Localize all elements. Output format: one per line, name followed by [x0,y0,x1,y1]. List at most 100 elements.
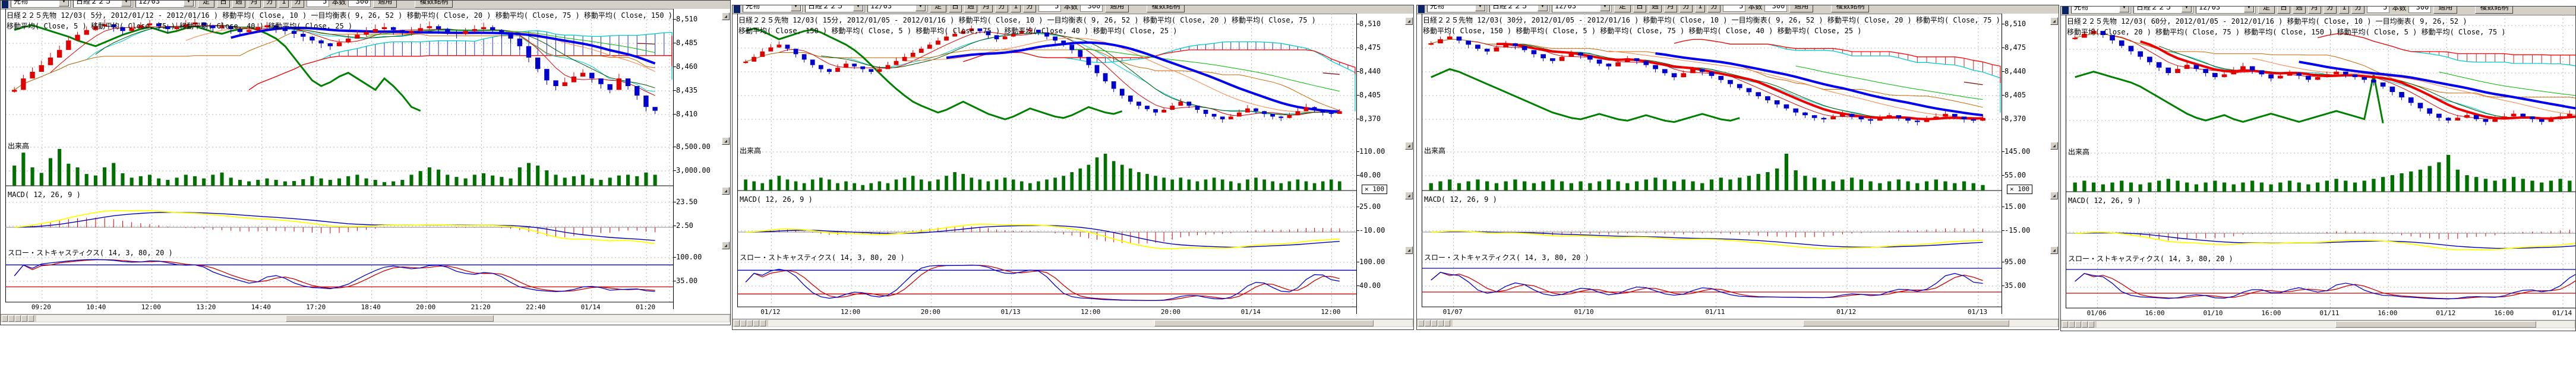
period-day-button[interactable]: 日 [217,1,230,8]
apply-button[interactable]: 適用 [1105,5,1129,12]
bar-type-button[interactable]: 足 [2258,7,2275,14]
scrollbar-track[interactable] [1453,320,2057,326]
period-day-button[interactable]: 日 [2277,7,2290,14]
mini-window-button[interactable] [8,315,14,322]
mini-window-button[interactable] [21,315,27,322]
bar-count-field[interactable]: 300 [1080,5,1103,12]
period-minute-button[interactable]: 分 [995,5,1008,12]
scrollbar-thumb[interactable] [1803,320,2009,326]
chevron-down-icon[interactable]: ▼ [59,1,69,7]
instrument-type-dropdown[interactable]: 先物▼ [2071,7,2131,14]
pane-scroll-arrow[interactable]: ◢ [722,137,730,145]
mini-window-button[interactable] [753,320,759,326]
pane-scroll-arrow[interactable]: ◢ [1405,192,1413,199]
horizontal-scrollbar[interactable] [733,319,1413,327]
chevron-down-icon[interactable]: ▼ [1538,5,1548,11]
chevron-down-icon[interactable]: ▼ [2244,7,2254,12]
scrollbar-thumb[interactable] [286,315,494,322]
mini-window-button[interactable] [2088,321,2094,328]
pane-scroll-arrow[interactable]: ◢ [722,187,730,195]
mini-window-button[interactable] [1425,320,1431,326]
scrollbar-thumb[interactable] [1154,320,1374,326]
bar-type-button[interactable]: 足 [1614,5,1631,12]
instrument-type-dropdown[interactable]: 先物▼ [1427,5,1487,12]
chart-plot-region[interactable] [2066,15,2576,309]
chevron-down-icon[interactable]: ▼ [2119,7,2129,12]
scrollbar-track[interactable] [768,320,1412,326]
symbol-dropdown[interactable]: 日経２２５▼ [1489,5,1549,12]
minute-count-field[interactable]: 5 [1038,5,1061,12]
pane-scroll-arrow[interactable]: ◢ [2050,246,2058,254]
period-week-button[interactable]: 週 [232,1,245,8]
period-minute-button[interactable]: 分 [2324,7,2337,14]
symbol-dropdown[interactable]: 日経２２５▼ [805,5,865,12]
mini-window-button[interactable] [1418,320,1424,326]
chart-window-15min[interactable]: 先物▼日経２２５▼12/03▼足日週月分1分5本数300適用複数銘柄日経２２５先… [732,5,1414,330]
chevron-down-icon[interactable]: ▼ [184,1,194,7]
chevron-down-icon[interactable]: ▼ [791,5,801,11]
period-month-button[interactable]: 月 [2308,7,2321,14]
symbol-dropdown[interactable]: 日経２２５▼ [73,1,133,8]
horizontal-scrollbar[interactable] [2061,320,2575,328]
chevron-down-icon[interactable]: ▼ [916,5,926,11]
chart-window-60min[interactable]: 先物▼日経２２５▼12/03▼足日週月分1分5本数300適用複数銘柄日経２２５先… [2060,6,2576,331]
apply-button[interactable]: 適用 [2433,7,2457,14]
period-month-button[interactable]: 月 [1664,5,1677,12]
pane-scroll-arrow[interactable]: ◢ [1405,17,1413,25]
period-day-button[interactable]: 日 [1633,5,1646,12]
chevron-down-icon[interactable]: ▼ [1600,5,1610,11]
minute-1-button[interactable]: 1 [279,1,289,8]
mini-window-button[interactable] [2082,321,2088,328]
minute-count-field[interactable]: 5 [1723,5,1745,12]
apply-button[interactable]: 適用 [1789,5,1813,12]
contract-dropdown[interactable]: 12/03▼ [2196,7,2256,14]
multi-symbol-button[interactable]: 複数銘柄 [2475,7,2513,14]
mini-window-button[interactable] [760,320,766,326]
horizontal-scrollbar[interactable] [1417,319,2059,327]
bar-type-button[interactable]: 足 [930,5,946,12]
minute-unit-button[interactable]: 分 [1023,5,1036,12]
horizontal-scrollbar[interactable] [1,314,730,322]
chart-plot-region[interactable] [1422,14,2002,308]
period-day-button[interactable]: 日 [949,5,962,12]
chevron-down-icon[interactable]: ▼ [853,5,863,11]
pane-scroll-arrow[interactable]: ◢ [2050,142,2058,150]
minute-count-field[interactable]: 5 [2367,7,2389,13]
mini-window-button[interactable] [740,320,746,326]
period-month-button[interactable]: 月 [248,1,261,8]
bar-type-button[interactable]: 足 [198,1,214,8]
pane-scroll-arrow[interactable]: ◢ [722,242,730,249]
contract-dropdown[interactable]: 12/03▼ [867,5,927,12]
period-week-button[interactable]: 週 [1649,5,1662,12]
multi-symbol-button[interactable]: 複数銘柄 [1147,5,1185,12]
scrollbar-track[interactable] [36,315,729,322]
period-month-button[interactable]: 月 [980,5,993,12]
minute-1-button[interactable]: 1 [1011,5,1021,12]
pane-scroll-arrow[interactable]: ◢ [1405,246,1413,254]
symbol-dropdown[interactable]: 日経２２５▼ [2133,7,2193,14]
mini-window-button[interactable] [2069,321,2075,328]
scrollbar-track[interactable] [2097,321,2574,328]
mini-window-button[interactable] [2062,321,2068,328]
bar-count-field[interactable]: 300 [1764,5,1787,12]
pane-scroll-arrow[interactable]: ◢ [2050,17,2058,25]
chart-plot-region[interactable] [737,14,1356,308]
pane-scroll-arrow[interactable]: ◢ [722,12,730,20]
scrollbar-thumb[interactable] [2335,321,2536,328]
minute-unit-button[interactable]: 分 [2351,7,2365,14]
minute-1-button[interactable]: 1 [2339,7,2349,14]
minute-unit-button[interactable]: 分 [291,1,304,8]
mini-window-button[interactable] [747,320,753,326]
minute-unit-button[interactable]: 分 [1707,5,1721,12]
period-minute-button[interactable]: 分 [1680,5,1693,12]
contract-dropdown[interactable]: 12/03▼ [135,1,195,8]
mini-window-button[interactable] [2075,321,2081,328]
period-week-button[interactable]: 週 [2293,7,2306,14]
mini-window-button[interactable] [1444,320,1450,326]
chevron-down-icon[interactable]: ▼ [121,1,131,7]
chevron-down-icon[interactable]: ▼ [1475,5,1485,11]
pane-scroll-arrow[interactable]: ◢ [1405,142,1413,150]
mini-window-button[interactable] [734,320,740,326]
minute-1-button[interactable]: 1 [1695,5,1705,12]
mini-window-button[interactable] [1431,320,1437,326]
